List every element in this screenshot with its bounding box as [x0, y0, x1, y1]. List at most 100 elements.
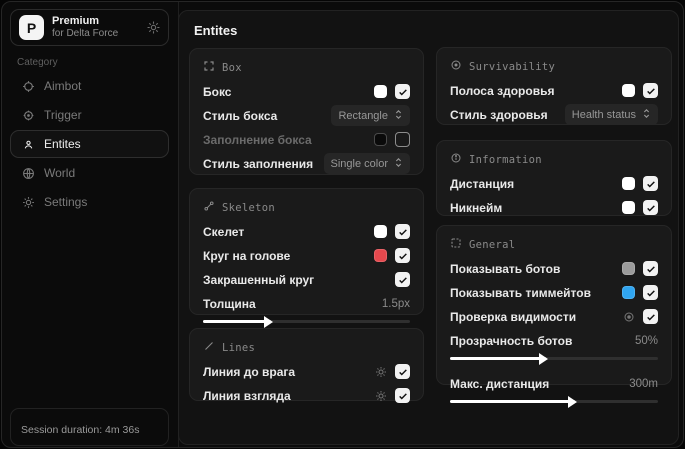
gear-icon[interactable]: [375, 366, 387, 378]
slider-value: 50%: [634, 334, 658, 347]
panel-information: Information Дистанция Никнейм: [436, 140, 672, 216]
panel-title: Skeleton: [222, 201, 275, 214]
sidebar: P Premium for Delta Force Category Aimbo…: [2, 2, 179, 447]
gear-icon[interactable]: [375, 390, 387, 402]
sidebar-nav: Aimbot Trigger Entites World Settings: [10, 72, 169, 217]
color-swatch[interactable]: [374, 133, 387, 146]
setting-label: Макс. дистанция: [450, 376, 550, 391]
setting-row: Показывать тиммейтов: [450, 285, 658, 300]
checkbox-checked[interactable]: [395, 272, 410, 287]
bone-icon: [203, 200, 215, 215]
checkbox-unchecked[interactable]: [395, 132, 410, 147]
gear-icon[interactable]: [147, 21, 160, 34]
setting-label: Полоса здоровья: [450, 83, 555, 98]
checkbox-checked[interactable]: [643, 261, 658, 276]
checkbox-checked[interactable]: [395, 84, 410, 99]
window-frame: P Premium for Delta Force Category Aimbo…: [1, 1, 684, 448]
unfold-icon: [394, 109, 403, 123]
eye-icon[interactable]: [623, 311, 635, 323]
panel-general: General Показывать ботов Показывать тимм…: [436, 225, 672, 408]
checkbox-checked[interactable]: [643, 285, 658, 300]
checkbox-checked[interactable]: [395, 388, 410, 403]
setting-label: Прозрачность ботов: [450, 333, 573, 348]
sidebar-item-label: Aimbot: [44, 79, 82, 93]
setting-row: Стиль бокса Rectangle: [203, 105, 410, 126]
main-content: Entites Box Бокс Стиль бокса Rectangle З…: [178, 10, 679, 445]
slider-thumb[interactable]: [264, 315, 274, 328]
sidebar-item-label: Trigger: [44, 108, 82, 122]
checkbox-checked[interactable]: [643, 83, 658, 98]
panel-title: Lines: [222, 341, 256, 354]
setting-label: Никнейм: [450, 200, 503, 215]
checkbox-checked[interactable]: [643, 176, 658, 191]
sidebar-item-label: Entites: [44, 137, 81, 151]
sidebar-item-entities[interactable]: Entites: [10, 130, 169, 158]
setting-row: Никнейм: [450, 200, 658, 215]
fill-style-dropdown[interactable]: Single color: [323, 153, 410, 174]
gear-icon: [21, 196, 35, 209]
slider-value: 1.5px: [381, 297, 410, 310]
setting-label: Дистанция: [450, 176, 515, 191]
color-swatch[interactable]: [374, 85, 387, 98]
globe-icon: [21, 167, 35, 180]
dropdown-value: Rectangle: [338, 109, 388, 122]
info-icon: [450, 152, 462, 167]
box-style-dropdown[interactable]: Rectangle: [331, 105, 410, 126]
sidebar-item-settings[interactable]: Settings: [10, 188, 169, 216]
setting-row: Прозрачность ботов 50%: [450, 333, 658, 348]
panel-title: Box: [222, 61, 242, 74]
setting-label: Показывать ботов: [450, 261, 561, 276]
thickness-slider[interactable]: [203, 315, 410, 328]
health-style-dropdown[interactable]: Health status: [564, 104, 658, 125]
color-swatch[interactable]: [622, 262, 635, 275]
checkbox-checked[interactable]: [395, 364, 410, 379]
sidebar-item-world[interactable]: World: [10, 159, 169, 187]
person-scan-icon: [21, 138, 35, 151]
max-distance-slider[interactable]: [450, 395, 658, 408]
category-label: Category: [17, 57, 58, 68]
sidebar-item-aimbot[interactable]: Aimbot: [10, 72, 169, 100]
slider-thumb[interactable]: [538, 352, 548, 365]
slider-value: 300m: [629, 377, 658, 390]
color-swatch[interactable]: [622, 201, 635, 214]
setting-row: Линия взгляда: [203, 388, 410, 403]
setting-row: Толщина 1.5px: [203, 296, 410, 311]
setting-label: Показывать тиммейтов: [450, 285, 591, 300]
color-swatch[interactable]: [374, 249, 387, 262]
setting-label: Круг на голове: [203, 248, 291, 263]
slider-thumb[interactable]: [567, 395, 577, 408]
crosshair-icon: [21, 80, 35, 93]
panel-skeleton: Skeleton Скелет Круг на голове Закрашенн…: [189, 188, 424, 328]
sidebar-item-trigger[interactable]: Trigger: [10, 101, 169, 129]
checkbox-checked[interactable]: [643, 200, 658, 215]
checkbox-checked[interactable]: [395, 248, 410, 263]
panel-box: Box Бокс Стиль бокса Rectangle Заполнени…: [189, 48, 424, 175]
setting-label: Бокс: [203, 84, 232, 99]
checkbox-checked[interactable]: [643, 309, 658, 324]
setting-label: Толщина: [203, 296, 256, 311]
setting-label: Стиль бокса: [203, 108, 278, 123]
color-swatch[interactable]: [374, 225, 387, 238]
setting-row: Дистанция: [450, 176, 658, 191]
line-icon: [203, 340, 215, 355]
setting-row: Скелет: [203, 224, 410, 239]
brand-subtitle: for Delta Force: [52, 28, 119, 40]
setting-row: Закрашенный круг: [203, 272, 410, 287]
setting-row: Стиль заполнения Single color: [203, 153, 410, 174]
color-swatch[interactable]: [622, 84, 635, 97]
sidebar-item-label: World: [44, 166, 76, 180]
brand-card: P Premium for Delta Force: [10, 9, 169, 46]
box-corners-icon: [203, 60, 215, 75]
panel-title: General: [469, 238, 516, 251]
pulse-circle-icon: [450, 59, 462, 74]
bot-opacity-slider[interactable]: [450, 352, 658, 365]
setting-label: Скелет: [203, 224, 245, 239]
color-swatch[interactable]: [622, 177, 635, 190]
app-window: P Premium for Delta Force Category Aimbo…: [0, 0, 685, 449]
session-card: Session duration: 4m 36s: [10, 408, 169, 446]
setting-row: Круг на голове: [203, 248, 410, 263]
checkbox-checked[interactable]: [395, 224, 410, 239]
target-icon: [21, 109, 35, 122]
dropdown-value: Single color: [330, 157, 388, 170]
color-swatch[interactable]: [622, 286, 635, 299]
